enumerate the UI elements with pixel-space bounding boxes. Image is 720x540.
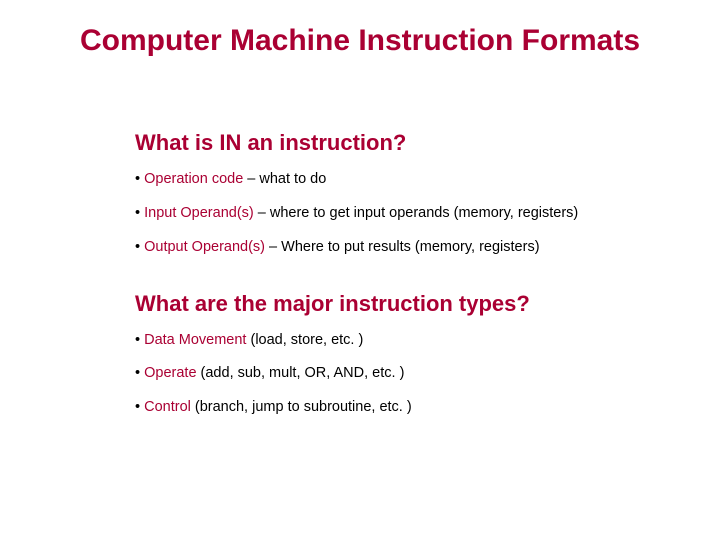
list-item: • Control (branch, jump to subroutine, e…: [135, 398, 695, 417]
section-heading-2: What are the major instruction types?: [135, 291, 695, 317]
bullet-lead: Output Operand(s): [144, 239, 265, 255]
bullet-lead: Control: [144, 399, 191, 415]
bullet-list-1: • Operation code – what to do • Input Op…: [135, 170, 695, 257]
list-item: • Operate (add, sub, mult, OR, AND, etc.…: [135, 364, 695, 383]
bullet-rest: – where to get input operands (memory, r…: [254, 205, 579, 221]
bullet-icon: •: [135, 399, 144, 415]
bullet-icon: •: [135, 205, 144, 221]
bullet-lead: Input Operand(s): [144, 205, 254, 221]
list-item: • Input Operand(s) – where to get input …: [135, 204, 695, 223]
bullet-icon: •: [135, 365, 144, 381]
slide-title: Computer Machine Instruction Formats: [0, 24, 720, 58]
section-heading-1: What is IN an instruction?: [135, 130, 695, 156]
bullet-icon: •: [135, 239, 144, 255]
bullet-lead: Operation code: [144, 171, 243, 187]
slide: Computer Machine Instruction Formats Wha…: [0, 0, 720, 540]
bullet-lead: Operate: [144, 365, 196, 381]
bullet-rest: (branch, jump to subroutine, etc. ): [191, 399, 412, 415]
bullet-rest: (load, store, etc. ): [246, 332, 363, 348]
bullet-rest: – what to do: [243, 171, 326, 187]
bullet-rest: (add, sub, mult, OR, AND, etc. ): [197, 365, 405, 381]
bullet-lead: Data Movement: [144, 332, 246, 348]
bullet-list-2: • Data Movement (load, store, etc. ) • O…: [135, 331, 695, 418]
list-item: • Output Operand(s) – Where to put resul…: [135, 238, 695, 257]
list-item: • Operation code – what to do: [135, 170, 695, 189]
slide-content: What is IN an instruction? • Operation c…: [135, 130, 695, 451]
bullet-rest: – Where to put results (memory, register…: [265, 239, 540, 255]
bullet-icon: •: [135, 332, 144, 348]
bullet-icon: •: [135, 171, 144, 187]
list-item: • Data Movement (load, store, etc. ): [135, 331, 695, 350]
